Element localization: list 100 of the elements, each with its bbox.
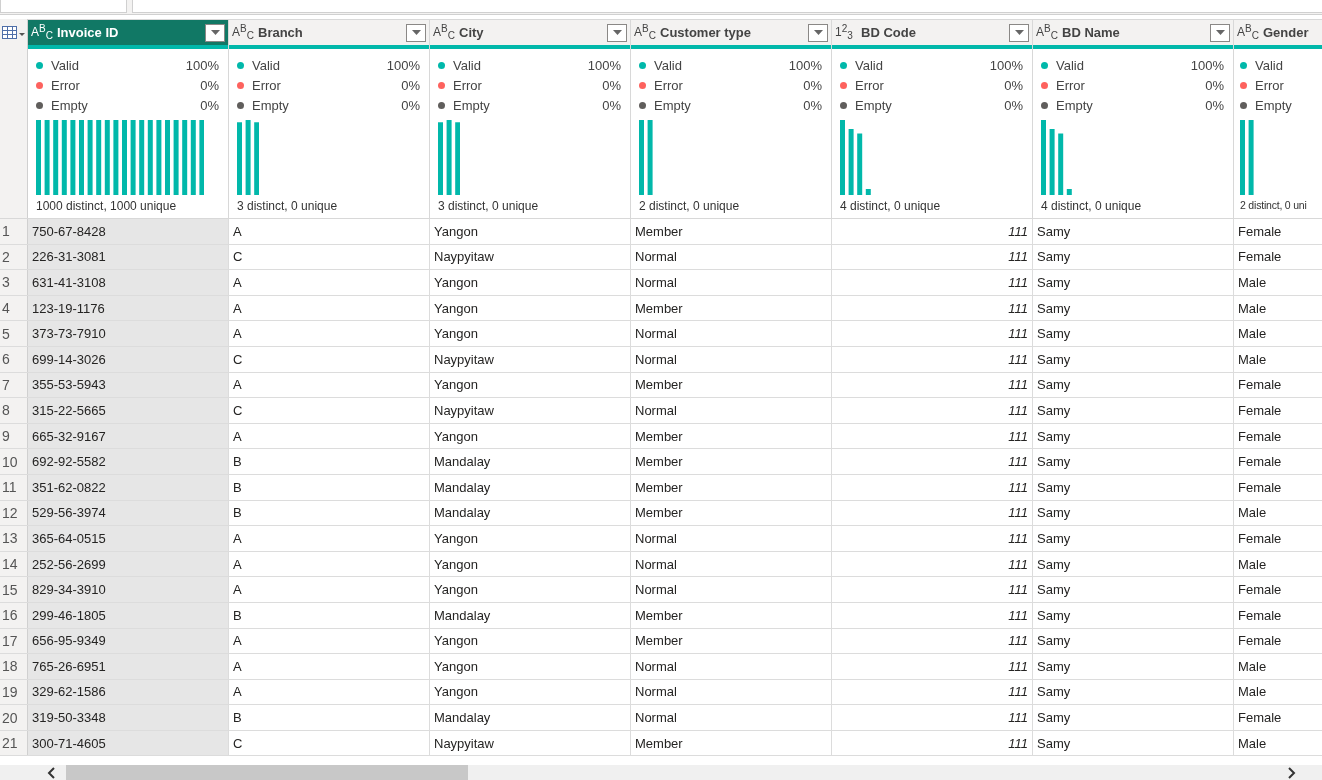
table-cell: Yangon [430,219,631,244]
row-number: 1 [0,219,28,244]
column-header[interactable]: A$^{B}$$_{C}$ Invoice ID [28,19,228,45]
stat-percent: 0% [803,97,822,113]
distinct-count: 2 distinct, 0 unique [639,199,740,213]
row-number: 16 [0,602,28,628]
stat-percent: 0% [1205,77,1224,93]
column-name: Gender [1263,25,1310,40]
table-cell: 111 [832,730,1033,756]
table-cell: 111 [832,398,1033,423]
table-cell: Naypyitaw [430,730,631,756]
stat-percent: 100% [788,57,822,73]
column-header[interactable]: 1$^{2}$$_{3}$ BD Code [832,19,1032,45]
table-cell-text: Female [1237,606,1283,625]
table-cell: 111 [832,423,1033,449]
table-cell: Samy [1033,551,1234,577]
row-number: 12 [0,500,28,526]
filter-dropdown-button[interactable] [1009,23,1029,42]
filter-dropdown-button[interactable] [1210,23,1230,42]
row-number: 19 [0,679,28,705]
stat-percent: 0% [200,77,219,93]
column-header[interactable]: A$^{B}$$_{C}$ Gender [1234,19,1322,45]
table-cell: 111 [832,602,1033,628]
row-number: 18 [0,654,28,679]
column-name: BD Code [861,25,917,40]
table-cell: 111 [832,321,1033,346]
table-cell: A [229,628,430,654]
table-cell: 656-95-9349 [28,628,229,654]
table-cell-text: Male [1237,555,1268,574]
stat-label: Empty [855,97,893,113]
table-cell: Member [631,372,832,398]
table-cell: Normal [631,705,832,730]
stat-label: Error [453,77,483,93]
filter-dropdown-button[interactable] [808,23,828,42]
stat-percent: 0% [602,77,621,93]
table-cell: 351-62-0822 [28,474,229,500]
table-cell: Samy [1033,730,1234,756]
column-header[interactable]: A$^{B}$$_{C}$ City [430,19,630,45]
table-cell: 665-32-9167 [28,423,229,449]
table-cell: Naypyitaw [430,398,631,423]
table-cell: Samy [1033,372,1234,398]
column-header[interactable]: A$^{B}$$_{C}$ BD Name [1033,19,1233,45]
table-cell: 373-73-7910 [28,321,229,346]
stat-percent: 100% [386,57,420,73]
stat-percent: 0% [200,97,219,113]
column-name: BD Name [1062,25,1121,40]
table-cell: 111 [832,526,1033,551]
table-cell: 111 [832,372,1033,398]
column-header[interactable]: A$^{B}$$_{C}$ Branch [229,19,429,45]
histogram-bar [857,133,863,195]
row-number: 20 [0,705,28,730]
stat-label: Valid [855,57,884,73]
table-cell-text: Male [1237,274,1268,292]
histogram-bar [1049,129,1055,195]
caret-icon [813,30,823,35]
row-number: 15 [0,577,28,602]
table-cell: Member [631,500,832,526]
table-cell-text: Female [1237,709,1283,728]
table-cell: A [229,526,430,551]
stat-label: Empty [1056,97,1094,113]
table-menu-icon[interactable] [1,26,26,40]
stat-label: Error [1255,77,1285,93]
table-cell: Samy [1033,270,1234,295]
scroll-left-icon[interactable] [46,766,56,779]
table-cell: Member [631,449,832,474]
row-number: 9 [0,423,28,449]
table-cell: 111 [832,679,1033,705]
stat-label: Error [654,77,684,93]
table-cell: Mandalay [430,602,631,628]
table-cell: 329-62-1586 [28,679,229,705]
table-cell: 355-53-5943 [28,372,229,398]
filter-dropdown-button[interactable] [607,23,627,42]
filter-dropdown-button[interactable] [406,23,426,42]
table-cell: C [229,244,430,270]
table-cell: A [229,372,430,398]
table-cell: 829-34-3910 [28,577,229,602]
table-cell: 319-50-3348 [28,705,229,730]
table-cell: A [229,654,430,679]
stat-percent: 0% [803,77,822,93]
table-cell: Normal [631,346,832,372]
table-cell: Samy [1033,602,1234,628]
scroll-right-icon[interactable] [1287,766,1297,779]
filter-dropdown-button[interactable] [205,23,225,42]
column-name: Customer type [660,25,753,40]
row-number: 6 [0,346,28,372]
table-cell: 123-19-1176 [28,295,229,321]
scrollbar-thumb[interactable] [66,765,468,780]
table-cell: 692-92-5582 [28,449,229,474]
histogram-bar [848,129,854,195]
stat-label: Valid [1255,57,1284,73]
table-cell: 226-31-3081 [28,244,229,270]
column-header[interactable]: A$^{B}$$_{C}$ Customer type [631,19,831,45]
stat-label: Error [51,77,81,93]
table-cell: Yangon [430,526,631,551]
table-cell: 111 [832,244,1033,270]
table-cell: 315-22-5665 [28,398,229,423]
table-cell: Samy [1033,449,1234,474]
table-cell: 111 [832,219,1033,244]
table-cell-text: Female [1237,453,1283,472]
table-cell: 111 [832,346,1033,372]
